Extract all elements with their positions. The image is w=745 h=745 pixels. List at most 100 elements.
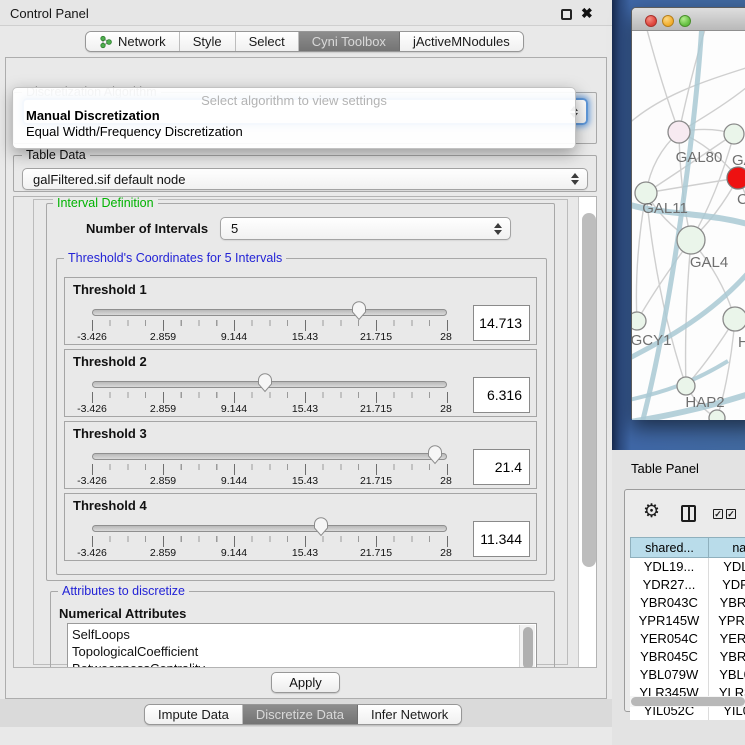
tab-infer-network[interactable]: Infer Network — [358, 705, 461, 724]
column-header-shared-name[interactable]: shared... — [630, 537, 709, 558]
scale-label: 28 — [440, 403, 452, 415]
window-close-icon[interactable] — [645, 15, 657, 27]
table-data-combobox[interactable]: galFiltered.sif default node — [22, 168, 588, 190]
dropdown-option-manual[interactable]: Manual Discretization — [26, 108, 160, 123]
slider-ticks — [92, 320, 448, 331]
threshold-2-value-field[interactable] — [473, 377, 530, 413]
node-ga[interactable] — [724, 124, 744, 144]
scale-label: 15.43 — [292, 331, 318, 343]
threshold-1-panel: Threshold 1 -3.426 2.859 9.144 15.43 21.… — [64, 277, 537, 345]
threshold-4-slider[interactable] — [92, 525, 447, 532]
scale-label: 9.144 — [221, 331, 247, 343]
dropdown-option-equal-width[interactable]: Equal Width/Frequency Discretization — [26, 124, 243, 139]
scale-label: 15.43 — [292, 403, 318, 415]
tab-impute-data[interactable]: Impute Data — [145, 705, 243, 724]
horizontal-scrollbar[interactable] — [630, 696, 745, 707]
threshold-3-panel: Threshold 3 -3.426 2.859 9.144 15.43 21.… — [64, 421, 537, 489]
scale-label: 2.859 — [150, 331, 176, 343]
screen: Control Panel ✖ Network Style Select Cyn… — [0, 0, 745, 745]
scale-label: 9.144 — [221, 403, 247, 415]
control-panel: Control Panel ✖ Network Style Select Cyn… — [0, 0, 612, 745]
interval-definition-title: Interval Definition — [53, 196, 158, 210]
scale-label: 28 — [440, 331, 452, 343]
network-icon — [99, 35, 113, 49]
node-label: GCY1 — [632, 332, 671, 349]
network-view-window[interactable]: GAL80 GA C GAL11 GAL4 GCY1 H HAP2 — [631, 7, 745, 419]
threshold-4-slider-thumb[interactable] — [313, 517, 329, 537]
slider-ticks — [92, 536, 448, 547]
node-label: H — [738, 334, 745, 351]
dropdown-placeholder-item[interactable]: Select algorithm to view settings — [13, 93, 575, 108]
threshold-3-slider-thumb[interactable] — [427, 445, 443, 465]
scale-label: 9.144 — [221, 547, 247, 559]
table-row[interactable]: YDL19...YDL19... — [630, 558, 745, 576]
gear-icon[interactable]: ⚙ — [643, 502, 660, 521]
threshold-3-slider[interactable] — [92, 453, 447, 460]
scale-label: -3.426 — [77, 403, 107, 415]
vertical-scrollbar[interactable] — [578, 197, 597, 667]
tab-network[interactable]: Network — [86, 32, 180, 51]
scale-label: 28 — [440, 547, 452, 559]
scale-label: 2.859 — [150, 403, 176, 415]
algorithm-dropdown-popup: Select algorithm to view settings Manual… — [12, 87, 576, 149]
threshold-1-slider[interactable] — [92, 309, 447, 316]
checkbox-icon[interactable]: ✓ — [726, 509, 736, 519]
panel-title: Control Panel — [10, 6, 89, 21]
list-item[interactable]: BetweennessCentrality — [72, 661, 205, 668]
combo-arrows-icon — [494, 223, 503, 235]
node-gcy1[interactable] — [632, 312, 646, 330]
thresholds-group-title: Threshold's Coordinates for 5 Intervals — [64, 251, 286, 265]
table-row[interactable]: YPR145WYPR145W — [630, 612, 745, 630]
table-row[interactable]: YDR27...YDR27... — [630, 576, 745, 594]
node-h[interactable] — [723, 307, 745, 331]
node-bottom[interactable] — [709, 410, 725, 420]
vertical-scrollbar-thumb[interactable] — [582, 213, 596, 567]
window-minimize-icon[interactable] — [662, 15, 674, 27]
list-item[interactable]: TopologicalCoefficient — [72, 644, 198, 659]
network-window-titlebar[interactable] — [632, 8, 745, 31]
node-gal80[interactable] — [668, 121, 690, 143]
threshold-3-value-field[interactable] — [473, 449, 530, 485]
checkbox-icon[interactable]: ✓ — [713, 509, 723, 519]
tab-discretize-data[interactable]: Discretize Data — [243, 705, 358, 724]
threshold-2-slider-thumb[interactable] — [257, 373, 273, 393]
scale-label: 9.144 — [221, 475, 247, 487]
scale-label: -3.426 — [77, 475, 107, 487]
network-canvas[interactable]: GAL80 GA C GAL11 GAL4 GCY1 H HAP2 — [632, 31, 745, 420]
scale-label: 2.859 — [150, 475, 176, 487]
list-scrollbar-thumb[interactable] — [523, 627, 533, 668]
node-label: GAL80 — [676, 149, 723, 166]
list-scrollbar[interactable] — [519, 625, 535, 668]
float-window-icon[interactable] — [561, 9, 572, 20]
number-of-intervals-combobox[interactable]: 5 — [220, 217, 511, 240]
threshold-1-label: Threshold 1 — [73, 282, 147, 297]
tab-select[interactable]: Select — [236, 32, 299, 51]
threshold-1-value-field[interactable] — [473, 305, 530, 341]
tab-style[interactable]: Style — [180, 32, 236, 51]
threshold-4-value-field[interactable] — [473, 521, 530, 557]
scale-label: -3.426 — [77, 547, 107, 559]
apply-button[interactable]: Apply — [271, 672, 340, 693]
node-gal4[interactable] — [677, 226, 705, 254]
top-tab-bar: Network Style Select Cyni Toolbox jActiv… — [85, 31, 524, 52]
table-row[interactable]: YBL079WYBL079W — [630, 666, 745, 684]
close-icon[interactable]: ✖ — [581, 5, 593, 22]
node-red-selected[interactable] — [727, 167, 745, 189]
number-of-intervals-label: Number of Intervals — [86, 221, 208, 236]
bottom-tab-bar: Impute Data Discretize Data Infer Networ… — [144, 704, 462, 725]
table-row[interactable]: YBR045CYBR045C — [630, 648, 745, 666]
threshold-2-label: Threshold 2 — [73, 354, 147, 369]
node-hap2[interactable] — [677, 377, 695, 395]
horizontal-scrollbar-thumb[interactable] — [631, 697, 745, 706]
tab-jactivemnodules[interactable]: jActiveMNodules — [400, 32, 523, 51]
scale-label: 15.43 — [292, 547, 318, 559]
list-item[interactable]: SelfLoops — [72, 627, 130, 642]
table-row[interactable]: YBR043CYBR043C — [630, 594, 745, 612]
split-columns-icon[interactable] — [681, 505, 696, 522]
tab-cyni-toolbox[interactable]: Cyni Toolbox — [299, 32, 400, 51]
table-row[interactable]: YER054CYER054C — [630, 630, 745, 648]
column-header-name[interactable]: name — [709, 537, 745, 558]
scale-label: 15.43 — [292, 475, 318, 487]
window-zoom-icon[interactable] — [679, 15, 691, 27]
threshold-1-slider-thumb[interactable] — [351, 301, 367, 321]
